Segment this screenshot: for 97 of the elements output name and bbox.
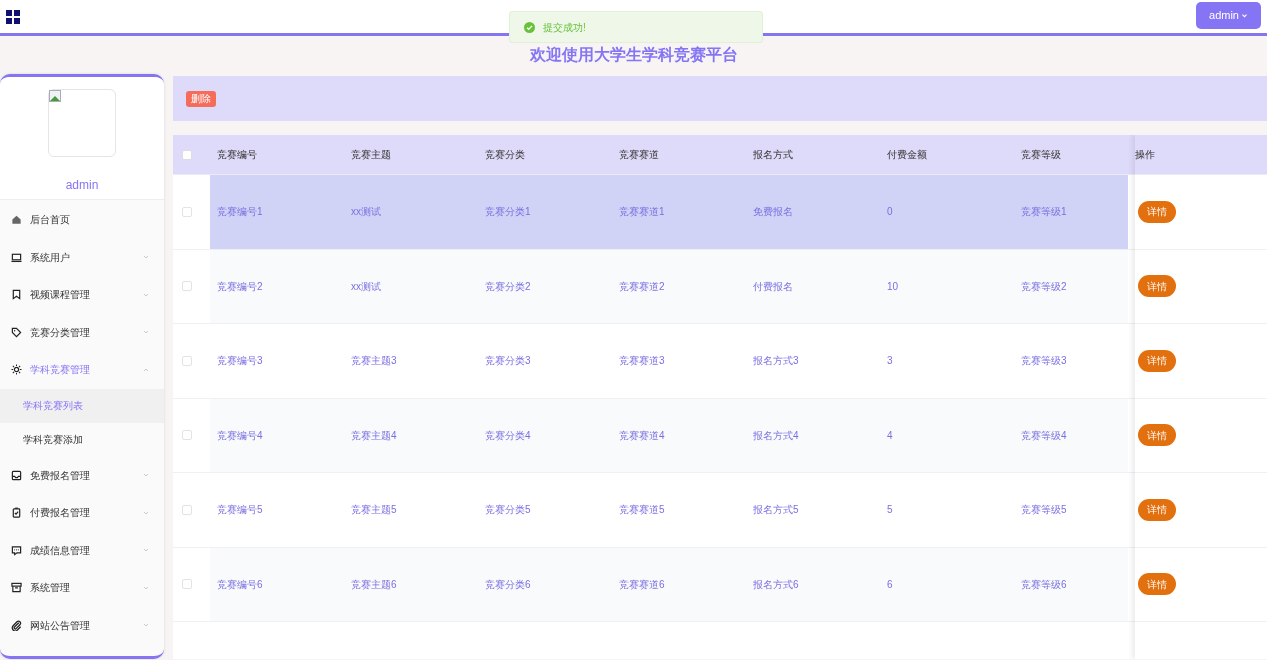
- sidebar-item[interactable]: 学科竞赛管理: [0, 351, 164, 389]
- detail-button[interactable]: 详情: [1138, 424, 1176, 447]
- table-cell-text: 0: [886, 205, 894, 220]
- table-cell-text: 报名方式5: [752, 503, 800, 518]
- table-cell-text: 竞赛分类4: [484, 428, 532, 443]
- table-cell-text: 竞赛主题4: [350, 428, 398, 443]
- row-checkbox[interactable]: [181, 206, 192, 217]
- table-row[interactable]: 竞赛编号6 竞赛主题6 竞赛分类6 竞赛赛道6 报名方式6 6 竞赛等级6: [210, 547, 1128, 621]
- table-cell-text: 报名方式3: [752, 354, 800, 369]
- table-cell-text: 3: [886, 354, 894, 369]
- bookmark-icon: [11, 289, 22, 301]
- table-cell-text: 竞赛主题6: [350, 577, 398, 592]
- table-cell-text: 竞赛主题3: [350, 354, 398, 369]
- column-header: 竞赛主题: [350, 148, 392, 162]
- table-cell-text: 竞赛分类1: [484, 205, 532, 220]
- chat-icon: [11, 544, 22, 556]
- archive-icon: [11, 582, 22, 594]
- home-icon: [11, 214, 22, 226]
- table-cell-text: 竞赛分类2: [484, 279, 532, 294]
- table-cell-text: 竞赛编号1: [216, 205, 264, 220]
- table-cell-text: 竞赛赛道5: [618, 503, 666, 518]
- sidebar-item[interactable]: 竞赛分类管理: [0, 313, 164, 351]
- table-cell-text: 10: [886, 279, 900, 294]
- table-cell-text: 付费报名: [752, 279, 794, 294]
- sidebar-item[interactable]: 付费报名管理: [0, 494, 164, 532]
- table-cell-text: 4: [886, 428, 894, 443]
- table-cell-text: 竞赛赛道4: [618, 428, 666, 443]
- table-cell-text: 竞赛编号5: [216, 503, 264, 518]
- table-cell-text: 报名方式6: [752, 577, 800, 592]
- table-cell-text: 竞赛分类5: [484, 503, 532, 518]
- paperclip-icon: [11, 619, 22, 631]
- laptop-icon: [11, 251, 22, 263]
- detail-button[interactable]: 详情: [1138, 349, 1176, 372]
- table-cell-text: xx测试: [350, 205, 382, 220]
- detail-button[interactable]: 详情: [1138, 200, 1176, 223]
- table-cell-text: 竞赛主题5: [350, 503, 398, 518]
- grid-menu-icon[interactable]: [6, 9, 20, 24]
- table-cell-text: 竞赛等级6: [1020, 577, 1068, 592]
- column-header: 付费金额: [886, 148, 928, 162]
- detail-button[interactable]: 详情: [1138, 573, 1176, 596]
- table-cell-text: 竞赛分类6: [484, 577, 532, 592]
- table-cell-text: 免费报名: [752, 205, 794, 220]
- table-cell-text: 竞赛编号2: [216, 279, 264, 294]
- column-header: 竞赛分类: [484, 148, 526, 162]
- table-cell-text: 竞赛等级1: [1020, 205, 1068, 220]
- clipboard-check-icon: [11, 507, 22, 519]
- sun-icon: [11, 364, 22, 376]
- table-row[interactable]: 竞赛编号4 竞赛主题4 竞赛分类4 竞赛赛道4 报名方式4 4 竞赛等级4: [210, 398, 1128, 472]
- detail-button[interactable]: 详情: [1138, 498, 1176, 521]
- table-cell-text: 竞赛等级5: [1020, 503, 1068, 518]
- sidebar-item[interactable]: 后台首页: [0, 201, 164, 239]
- select-all-checkbox[interactable]: [181, 149, 192, 160]
- sidebar-item[interactable]: 网站公告管理: [0, 606, 164, 644]
- sidebar-item[interactable]: 系统用户: [0, 238, 164, 276]
- submenu-item[interactable]: 学科竞赛列表: [0, 388, 164, 423]
- detail-button[interactable]: 详情: [1138, 275, 1176, 298]
- table-cell-text: 竞赛分类3: [484, 354, 532, 369]
- page-title: 欢迎使用大学生学科竞赛平台: [528, 45, 739, 65]
- check-circle-icon: [524, 21, 535, 33]
- table-cell-text: 竞赛赛道6: [618, 577, 666, 592]
- row-checkbox[interactable]: [181, 430, 192, 441]
- sidebar-item[interactable]: 免费报名管理: [0, 456, 164, 494]
- user-dropdown-button[interactable]: admin: [1196, 1, 1261, 29]
- column-header: 报名方式: [752, 148, 794, 162]
- row-checkbox[interactable]: [181, 579, 192, 590]
- column-header: 竞赛赛道: [618, 148, 660, 162]
- row-checkbox[interactable]: [181, 504, 192, 515]
- table-cell-text: xx测试: [350, 279, 382, 294]
- table-cell-text: 竞赛编号3: [216, 354, 264, 369]
- table-row[interactable]: 竞赛编号2 xx测试 竞赛分类2 竞赛赛道2 付费报名 10 竞赛等级2: [210, 249, 1128, 323]
- row-checkbox[interactable]: [181, 355, 192, 366]
- table-cell-text: 6: [886, 577, 894, 592]
- row-checkbox[interactable]: [181, 281, 192, 292]
- table-cell-text: 竞赛编号6: [216, 577, 264, 592]
- broken-image-icon: [48, 89, 116, 157]
- table-cell-text: 竞赛等级4: [1020, 428, 1068, 443]
- table-cell-text: 5: [886, 503, 894, 518]
- sidebar-item[interactable]: 成绩信息管理: [0, 531, 164, 569]
- submenu-item[interactable]: 学科竞赛添加: [0, 422, 164, 457]
- toast-message: 提交成功!: [543, 20, 586, 35]
- table-cell-text: 竞赛等级3: [1020, 354, 1068, 369]
- tag-icon: [11, 326, 22, 338]
- delete-button[interactable]: 删除: [186, 90, 216, 107]
- table-row[interactable]: 竞赛编号1 xx测试 竞赛分类1 竞赛赛道1 免费报名 0 竞赛等级1: [210, 175, 1128, 249]
- column-header: 竞赛编号: [216, 148, 258, 162]
- sidebar-item[interactable]: 系统管理: [0, 569, 164, 607]
- column-header: 竞赛等级: [1020, 148, 1062, 162]
- table-cell-text: 竞赛编号4: [216, 428, 264, 443]
- table-cell-text: 竞赛赛道3: [618, 354, 666, 369]
- sidebar-item[interactable]: 视频课程管理: [0, 276, 164, 314]
- table-cell-text: 竞赛赛道1: [618, 205, 666, 220]
- table-cell-text: 竞赛等级2: [1020, 279, 1068, 294]
- column-header: 操作: [1134, 148, 1156, 162]
- inbox-icon: [11, 469, 22, 481]
- table-cell-text: 报名方式4: [752, 428, 800, 443]
- sidebar-username: admin: [65, 177, 99, 194]
- table-cell-text: 竞赛赛道2: [618, 279, 666, 294]
